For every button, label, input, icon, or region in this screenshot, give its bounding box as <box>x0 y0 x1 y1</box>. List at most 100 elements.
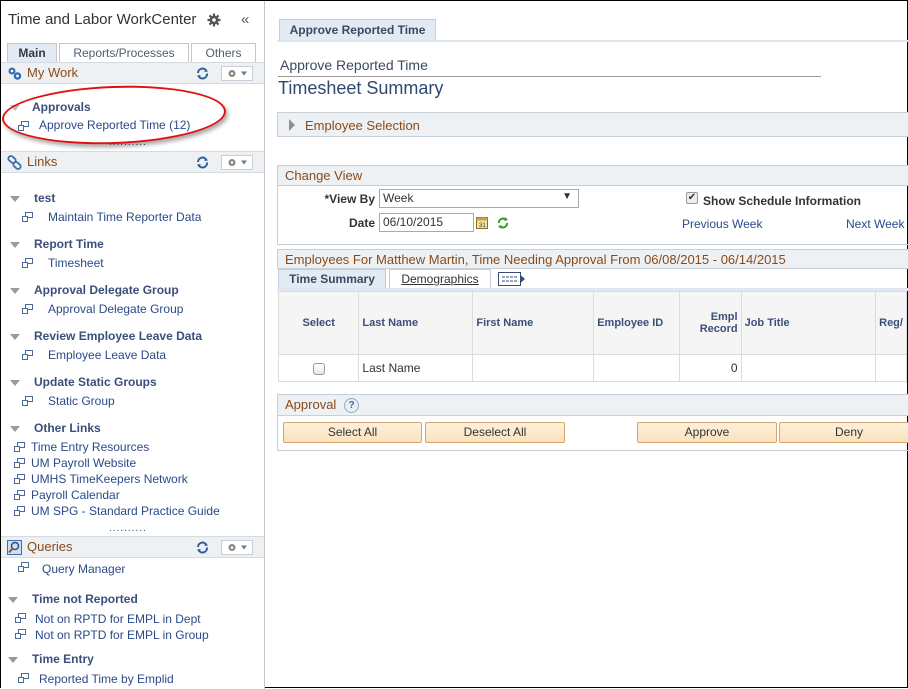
approve-button[interactable]: Approve <box>637 422 777 443</box>
group-update-static-groups[interactable]: Update Static Groups <box>34 375 157 389</box>
page-tab-approve-reported-time[interactable]: Approve Reported Time <box>279 19 436 41</box>
collapse-triangle-icon[interactable] <box>10 334 20 340</box>
row-select-checkbox[interactable] <box>312 362 325 375</box>
employee-selection-label[interactable]: Employee Selection <box>305 118 420 133</box>
refresh-icon[interactable] <box>196 67 209 80</box>
collapse-triangle-icon[interactable] <box>8 657 18 663</box>
previous-week-link[interactable]: Previous Week <box>682 217 762 231</box>
column-employee-id[interactable]: Employee ID <box>593 291 680 355</box>
um-spg-standard-practice-guide-link[interactable]: UM SPG - Standard Practice Guide <box>31 504 220 518</box>
tab-reports-processes[interactable]: Reports/Processes <box>59 43 189 63</box>
payroll-calendar-link[interactable]: Payroll Calendar <box>31 488 120 502</box>
collapse-triangle-icon[interactable] <box>10 288 20 294</box>
date-input[interactable]: 06/10/2015 <box>379 213 474 232</box>
svg-text:31: 31 <box>479 223 486 229</box>
link-icon <box>18 562 29 572</box>
column-reg[interactable]: Reg/ <box>875 291 907 355</box>
collapse-triangle-icon[interactable] <box>10 380 20 386</box>
highlight-annotation-oval <box>1 82 227 148</box>
link-icon <box>22 304 33 314</box>
group-test[interactable]: test <box>34 191 55 205</box>
collapse-triangle-icon[interactable] <box>10 242 20 248</box>
tab-others[interactable]: Others <box>191 43 256 63</box>
deselect-all-button[interactable]: Deselect All <box>425 422 565 443</box>
links-chain-icon <box>7 155 22 170</box>
maintain-time-reporter-data-link[interactable]: Maintain Time Reporter Data <box>48 210 201 224</box>
subtitle-divider <box>278 76 821 77</box>
workcenter-title: Time and Labor WorkCenter <box>8 11 197 28</box>
collapse-triangle-icon[interactable] <box>8 597 18 603</box>
help-icon[interactable]: ? <box>344 398 359 413</box>
calendar-icon[interactable]: 31 <box>476 216 488 229</box>
link-icon <box>14 458 25 468</box>
dropdown-arrow-icon: ▼ <box>562 191 572 202</box>
table-row: Last Name 0 <box>277 354 907 382</box>
link-icon <box>22 396 33 406</box>
column-job-title[interactable]: Job Title <box>740 291 877 355</box>
link-icon <box>22 350 33 360</box>
reported-time-by-emplid-link[interactable]: Reported Time by Emplid <box>39 672 174 686</box>
employee-leave-data-link[interactable]: Employee Leave Data <box>48 348 166 362</box>
gear-icon[interactable] <box>207 13 221 27</box>
group-time-not-reported[interactable]: Time not Reported <box>32 592 138 606</box>
link-icon <box>18 673 29 683</box>
approval-delegate-group-link[interactable]: Approval Delegate Group <box>48 302 183 316</box>
employees-grid-title: Employees For Matthew Martin, Time Needi… <box>285 252 786 267</box>
time-entry-resources-link[interactable]: Time Entry Resources <box>31 440 149 454</box>
static-group-link[interactable]: Static Group <box>48 394 115 408</box>
refresh-green-icon[interactable] <box>496 216 510 230</box>
select-all-button[interactable]: Select All <box>283 422 422 443</box>
resize-handle[interactable]: .......... <box>109 523 147 534</box>
grid-tab-time-summary[interactable]: Time Summary <box>278 269 386 290</box>
show-schedule-label: Show Schedule Information <box>703 194 862 208</box>
employee-selection-section[interactable]: Employee Selection <box>277 112 908 137</box>
page-tab-underline <box>277 40 908 42</box>
links-pagelet-header: Links <box>1 151 264 173</box>
umhs-timekeepers-network-link[interactable]: UMHS TimeKeepers Network <box>31 472 188 486</box>
column-first-name[interactable]: First Name <box>472 291 595 355</box>
collapse-triangle-icon[interactable] <box>10 196 20 202</box>
not-on-rptd-dept-link[interactable]: Not on RPTD for EMPL in Dept <box>35 612 201 626</box>
first-name-cell <box>472 354 595 382</box>
gear-dropdown-icon <box>228 70 247 77</box>
my-work-gears-icon <box>8 67 22 80</box>
reg-cell <box>875 354 907 382</box>
queries-title: Queries <box>27 539 73 554</box>
column-empl-record[interactable]: Empl Record <box>678 291 742 355</box>
um-payroll-website-link[interactable]: UM Payroll Website <box>31 456 136 470</box>
employee-id-cell <box>593 354 680 382</box>
grid-tab-demographics[interactable]: Demographics <box>389 269 491 290</box>
group-report-time[interactable]: Report Time <box>34 237 104 251</box>
group-approval-delegate-group[interactable]: Approval Delegate Group <box>34 283 179 297</box>
link-icon <box>22 212 33 222</box>
group-time-entry[interactable]: Time Entry <box>32 652 94 666</box>
column-last-name[interactable]: Last Name <box>358 291 474 355</box>
collapse-triangle-icon[interactable] <box>10 426 20 432</box>
my-work-pagelet-header: My Work <box>1 62 264 84</box>
not-on-rptd-group-link[interactable]: Not on RPTD for EMPL in Group <box>35 628 209 642</box>
query-manager-link[interactable]: Query Manager <box>42 562 125 576</box>
approval-title: Approval <box>285 397 337 412</box>
last-name-cell[interactable]: Last Name <box>358 354 474 382</box>
refresh-icon[interactable] <box>196 156 209 169</box>
timesheet-link[interactable]: Timesheet <box>48 256 104 270</box>
pagelet-options-menu[interactable] <box>221 155 253 170</box>
link-icon <box>15 629 26 639</box>
change-view-header: Change View <box>278 166 908 186</box>
approval-section: Approval ? Select All Deselect All Appro… <box>277 394 908 451</box>
group-review-employee-leave-data[interactable]: Review Employee Leave Data <box>34 329 202 343</box>
deny-button[interactable]: Deny <box>779 422 908 443</box>
show-schedule-checkbox[interactable]: ✔ <box>686 192 698 204</box>
group-other-links[interactable]: Other Links <box>34 421 101 435</box>
pagelet-options-menu[interactable] <box>221 540 253 555</box>
refresh-icon[interactable] <box>196 541 209 554</box>
view-by-select[interactable]: Week ▼ <box>379 189 579 208</box>
expand-arrow-icon[interactable] <box>289 119 295 131</box>
collapse-pane-button[interactable]: « <box>241 11 249 28</box>
tab-main[interactable]: Main <box>7 43 57 63</box>
show-all-columns-icon[interactable] <box>498 272 526 286</box>
view-by-label: *View By <box>324 192 375 206</box>
next-week-link[interactable]: Next Week <box>846 217 904 231</box>
pagelet-options-menu[interactable] <box>221 66 253 81</box>
approval-header: Approval ? <box>278 395 908 416</box>
